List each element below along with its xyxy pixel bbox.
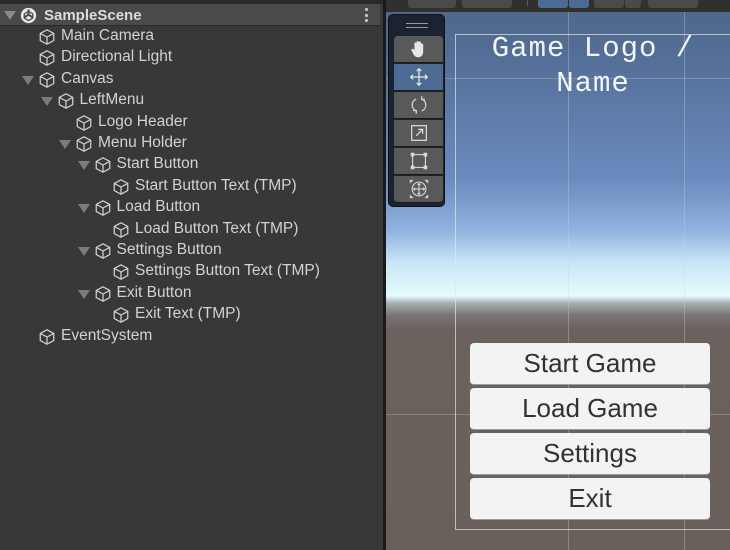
gameobject-cube-icon (94, 199, 112, 217)
hierarchy-item[interactable]: Main Camera (0, 26, 380, 47)
hierarchy-item-label: Directional Light (61, 48, 173, 66)
hierarchy-item[interactable]: Directional Light (0, 47, 380, 68)
hierarchy-item[interactable]: EventSystem (0, 326, 380, 347)
toolbar-button[interactable] (462, 0, 512, 8)
rect-icon (410, 152, 427, 170)
hierarchy-item-label: Exit Text (TMP) (135, 305, 241, 323)
gameobject-cube-icon (112, 221, 130, 239)
fold-arrow-icon[interactable] (59, 140, 71, 149)
rect-tool[interactable] (394, 148, 443, 175)
hierarchy-item[interactable]: Settings Button Text (TMP) (0, 261, 380, 282)
hierarchy-item[interactable]: LeftMenu (0, 90, 380, 111)
more-options-icon[interactable] (362, 8, 370, 22)
fold-arrow-icon[interactable] (22, 75, 34, 85)
toolbar-button[interactable] (648, 0, 698, 8)
hierarchy-item-label: Load Button (116, 198, 201, 216)
fold-arrow-icon[interactable] (77, 247, 90, 256)
fold-arrow-icon[interactable] (40, 97, 53, 107)
hand-icon (410, 41, 423, 58)
hierarchy-item[interactable]: Exit Button (0, 283, 380, 304)
hierarchy-panel: SampleScene Main Camera Directional Light… (0, 0, 383, 550)
gameobject-cube-icon (112, 263, 130, 281)
hierarchy-item-label: Menu Holder (98, 134, 187, 151)
hierarchy-item-label: Start Button (116, 155, 199, 173)
move-icon (409, 67, 428, 87)
toolbar-button-2d[interactable] (538, 0, 568, 8)
gameobject-cube-icon (112, 178, 130, 196)
gameobject-cube-icon (75, 135, 93, 153)
fold-arrow-icon[interactable] (77, 289, 90, 299)
hierarchy-item[interactable]: Logo Header (0, 112, 380, 133)
hand-tool[interactable] (394, 36, 443, 63)
gameobject-cube-icon (94, 285, 112, 303)
palette-drag-handle[interactable] (406, 23, 428, 28)
gameobject-cube-icon (57, 92, 75, 110)
start-game-button[interactable]: Start Game (470, 343, 710, 385)
toolbar-button-lighting[interactable] (569, 0, 589, 8)
gameobject-cube-icon (38, 49, 56, 67)
hierarchy-item-label: Main Camera (61, 27, 155, 44)
exit-button[interactable]: Exit (470, 478, 710, 520)
hierarchy-item-label: Start Button Text (TMP) (135, 176, 297, 194)
tool-palette (388, 14, 445, 207)
gameobject-cube-icon (112, 306, 130, 324)
scale-tool[interactable] (394, 120, 443, 147)
hierarchy-item-label: LeftMenu (79, 91, 145, 109)
hierarchy-item-label: Settings Button (116, 241, 222, 258)
gameobject-cube-icon (38, 328, 56, 346)
hierarchy-item-label: Settings Button Text (TMP) (135, 262, 320, 280)
gameobject-cube-icon (75, 114, 93, 132)
unity-scene-icon (20, 7, 37, 24)
hierarchy-item[interactable]: Menu Holder (0, 133, 380, 154)
hierarchy-item-label: EventSystem (61, 326, 153, 344)
transform-tool[interactable] (394, 176, 443, 203)
hierarchy-item-label: Exit Button (116, 283, 192, 301)
hierarchy-item[interactable]: Canvas (0, 69, 380, 90)
gameobject-cube-icon (94, 242, 112, 260)
scene-toolbar (386, 0, 730, 12)
load-game-button[interactable]: Load Game (470, 388, 710, 430)
toolbar-button-audio[interactable] (594, 0, 624, 8)
scene-header[interactable]: SampleScene (0, 4, 380, 26)
fold-arrow-icon[interactable] (77, 204, 90, 214)
transform-icon (409, 179, 428, 199)
gameobject-cube-icon (38, 28, 56, 46)
gameobject-cube-icon (94, 156, 112, 174)
hierarchy-item[interactable]: Settings Button (0, 240, 380, 261)
hierarchy-item-label: Canvas (61, 69, 114, 87)
hierarchy-item-label: Logo Header (98, 112, 188, 130)
hierarchy-item[interactable]: Start Button Text (TMP) (0, 176, 380, 197)
scene-fold-arrow-icon[interactable] (4, 11, 16, 20)
rotate-tool[interactable] (394, 92, 443, 119)
toolbar-button[interactable] (625, 0, 641, 8)
toolbar-button[interactable] (408, 0, 456, 8)
hierarchy-item[interactable]: Exit Text (TMP) (0, 304, 380, 325)
hierarchy-item[interactable]: Load Button Text (TMP) (0, 219, 380, 240)
move-tool[interactable] (394, 64, 443, 91)
hierarchy-item-label: Load Button Text (TMP) (135, 219, 299, 237)
scale-icon (410, 125, 427, 141)
hierarchy-item[interactable]: Load Button (0, 197, 380, 218)
gameobject-cube-icon (38, 71, 56, 89)
hierarchy-item[interactable]: Start Button (0, 154, 380, 175)
scene-view[interactable]: Game Logo / Name Start Game Load Game Se… (386, 0, 730, 550)
logo-header-text[interactable]: Game Logo / Name (456, 31, 730, 101)
scene-name: SampleScene (44, 7, 142, 24)
rotate-icon (411, 96, 426, 114)
fold-arrow-icon[interactable] (77, 161, 90, 171)
toolbar-separator (527, 0, 528, 6)
settings-button[interactable]: Settings (470, 433, 710, 475)
